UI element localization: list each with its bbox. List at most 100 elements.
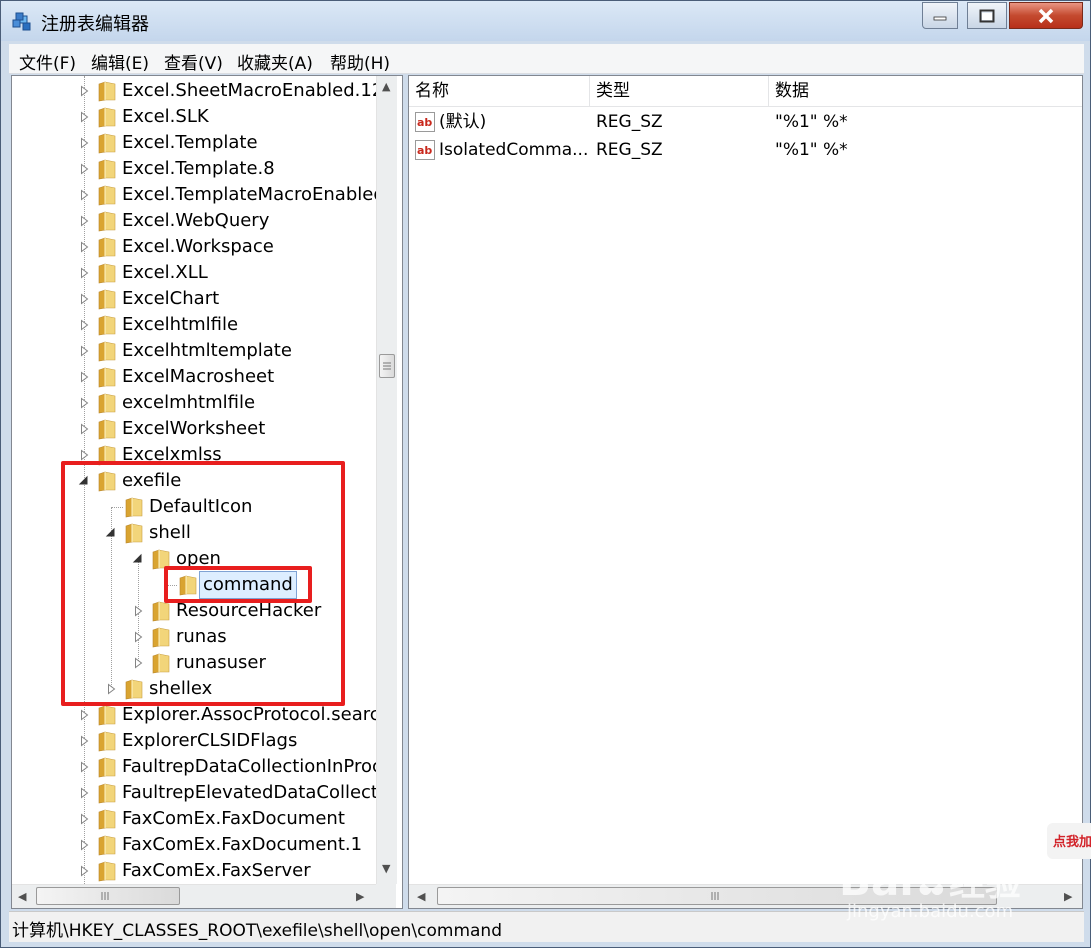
folder-icon [96, 236, 118, 258]
expand-arrow-icon[interactable] [78, 754, 92, 780]
scroll-left-arrow-icon[interactable]: ◀ [18, 890, 26, 903]
column-header-type[interactable]: 类型 [590, 76, 769, 106]
command-highlight-box [164, 566, 312, 603]
menu-favorites[interactable]: 收藏夹(A) [237, 49, 313, 74]
string-value-icon: ab [415, 112, 435, 132]
tree-node[interactable]: ExcelMacrosheet [12, 364, 376, 390]
expand-arrow-icon[interactable] [78, 832, 92, 858]
expand-arrow-icon[interactable] [78, 104, 92, 130]
value-name: IsolatedComma... [439, 140, 589, 160]
close-icon [1038, 8, 1054, 23]
folder-icon [96, 834, 118, 856]
scroll-left-arrow-icon[interactable]: ◀ [417, 890, 425, 903]
menu-file[interactable]: 文件(F) [19, 49, 76, 74]
expand-arrow-icon[interactable] [78, 78, 92, 104]
folder-icon [96, 158, 118, 180]
tree-node-label: Excel.XLL [122, 262, 208, 283]
expand-arrow-icon[interactable] [78, 728, 92, 754]
expand-arrow-icon[interactable] [78, 416, 92, 442]
tree-node[interactable]: Excel.Template [12, 130, 376, 156]
tree-node-label: Excel.TemplateMacroEnabled [122, 184, 385, 205]
folder-icon [96, 392, 118, 414]
maximize-button[interactable] [967, 2, 1007, 29]
close-button[interactable] [1009, 2, 1083, 29]
expand-arrow-icon[interactable] [78, 806, 92, 832]
minimize-icon [933, 16, 947, 20]
expand-arrow-icon[interactable] [78, 208, 92, 234]
value-type: REG_SZ [596, 140, 663, 160]
tree-vertical-scrollbar[interactable]: ▲ ▼ [376, 76, 397, 884]
tree-node[interactable]: ExcelWorksheet [12, 416, 376, 442]
tree-node[interactable]: excelmhtmlfile [12, 390, 376, 416]
watermark-url: jingyan.baidu.com [847, 901, 1014, 922]
folder-icon [96, 210, 118, 232]
tree-node[interactable]: FaxComEx.FaxDocument.1 [12, 832, 376, 858]
tree-node[interactable]: Excelhtmltemplate [12, 338, 376, 364]
folder-icon [96, 860, 118, 882]
title-bar[interactable]: 注册表编辑器 [1, 1, 1090, 41]
tree-node[interactable]: FaultrepDataCollectionInProc [12, 754, 382, 780]
tree-horizontal-scrollbar[interactable]: ◀ ▶ [12, 884, 376, 908]
tree-node-label: Excel.WebQuery [122, 210, 270, 231]
tree-node[interactable]: Excelhtmlfile [12, 312, 376, 338]
expand-arrow-icon[interactable] [78, 858, 92, 884]
menu-edit[interactable]: 编辑(E) [91, 49, 149, 74]
expand-arrow-icon[interactable] [78, 182, 92, 208]
tree-node[interactable]: ExcelChart [12, 286, 376, 312]
tree-hscroll-thumb[interactable] [36, 887, 180, 905]
tree-node-label: Excel.SheetMacroEnabled.12 [122, 80, 384, 101]
scroll-right-arrow-icon[interactable]: ▶ [1064, 890, 1072, 903]
tree-node[interactable]: FaultrepElevatedDataCollecti [12, 780, 383, 806]
tree-node[interactable]: Excel.SLK [12, 104, 376, 130]
expand-arrow-icon[interactable] [78, 234, 92, 260]
folder-icon [96, 262, 118, 284]
folder-icon [96, 106, 118, 128]
window-title: 注册表编辑器 [41, 14, 149, 35]
tree-node[interactable]: Excel.SheetMacroEnabled.12 [12, 78, 383, 104]
tree-node[interactable]: Excel.Template.8 [12, 156, 376, 182]
tree-node[interactable]: Excel.XLL [12, 260, 376, 286]
string-value-icon: ab [415, 140, 435, 160]
status-path: 计算机\HKEY_CLASSES_ROOT\exefile\shell\open… [12, 921, 502, 941]
column-header-name[interactable]: 名称 [409, 76, 590, 106]
expand-arrow-icon[interactable] [78, 130, 92, 156]
value-type: REG_SZ [596, 112, 663, 132]
watermark-badge: 点我加 [1047, 823, 1091, 859]
menu-view[interactable]: 查看(V) [164, 49, 223, 74]
tree-node-label: Excel.SLK [122, 106, 209, 127]
tree-node[interactable]: Excel.TemplateMacroEnabled [12, 182, 385, 208]
expand-arrow-icon[interactable] [78, 364, 92, 390]
tree-node-label: ExplorerCLSIDFlags [122, 730, 298, 751]
tree-node-label: FaxComEx.FaxServer [122, 860, 311, 881]
tree-vscroll-thumb[interactable] [379, 354, 395, 378]
folder-icon [96, 340, 118, 362]
folder-icon [96, 418, 118, 440]
expand-arrow-icon[interactable] [78, 286, 92, 312]
svg-text:ab: ab [417, 116, 432, 129]
folder-icon [96, 184, 118, 206]
svg-text:ab: ab [417, 144, 432, 157]
scroll-right-arrow-icon[interactable]: ▶ [356, 890, 364, 903]
expand-arrow-icon[interactable] [78, 338, 92, 364]
header-divider [409, 106, 1082, 107]
tree-node[interactable]: Excel.Workspace [12, 234, 376, 260]
tree-node[interactable]: FaxComEx.FaxDocument [12, 806, 376, 832]
expand-arrow-icon[interactable] [78, 390, 92, 416]
folder-icon [96, 314, 118, 336]
folder-icon [96, 288, 118, 310]
expand-arrow-icon[interactable] [78, 156, 92, 182]
tree-node-label: Excel.Template.8 [122, 158, 275, 179]
expand-arrow-icon[interactable] [78, 260, 92, 286]
scroll-down-arrow-icon[interactable]: ▼ [382, 862, 390, 875]
tree-node[interactable]: Excel.WebQuery [12, 208, 376, 234]
values-list-pane[interactable]: 名称 类型 数据 ab (默认) REG_SZ "%1" %* ab Isola… [408, 75, 1083, 909]
menu-help[interactable]: 帮助(H) [330, 49, 390, 74]
tree-node[interactable]: FaxComEx.FaxServer [12, 858, 376, 884]
expand-arrow-icon[interactable] [78, 312, 92, 338]
expand-arrow-icon[interactable] [78, 780, 92, 806]
tree-node-label: excelmhtmlfile [122, 392, 256, 413]
column-header-data[interactable]: 数据 [769, 76, 1082, 106]
tree-node[interactable]: ExplorerCLSIDFlags [12, 728, 376, 754]
minimize-button[interactable] [922, 2, 958, 29]
scroll-up-arrow-icon[interactable]: ▲ [382, 80, 390, 93]
